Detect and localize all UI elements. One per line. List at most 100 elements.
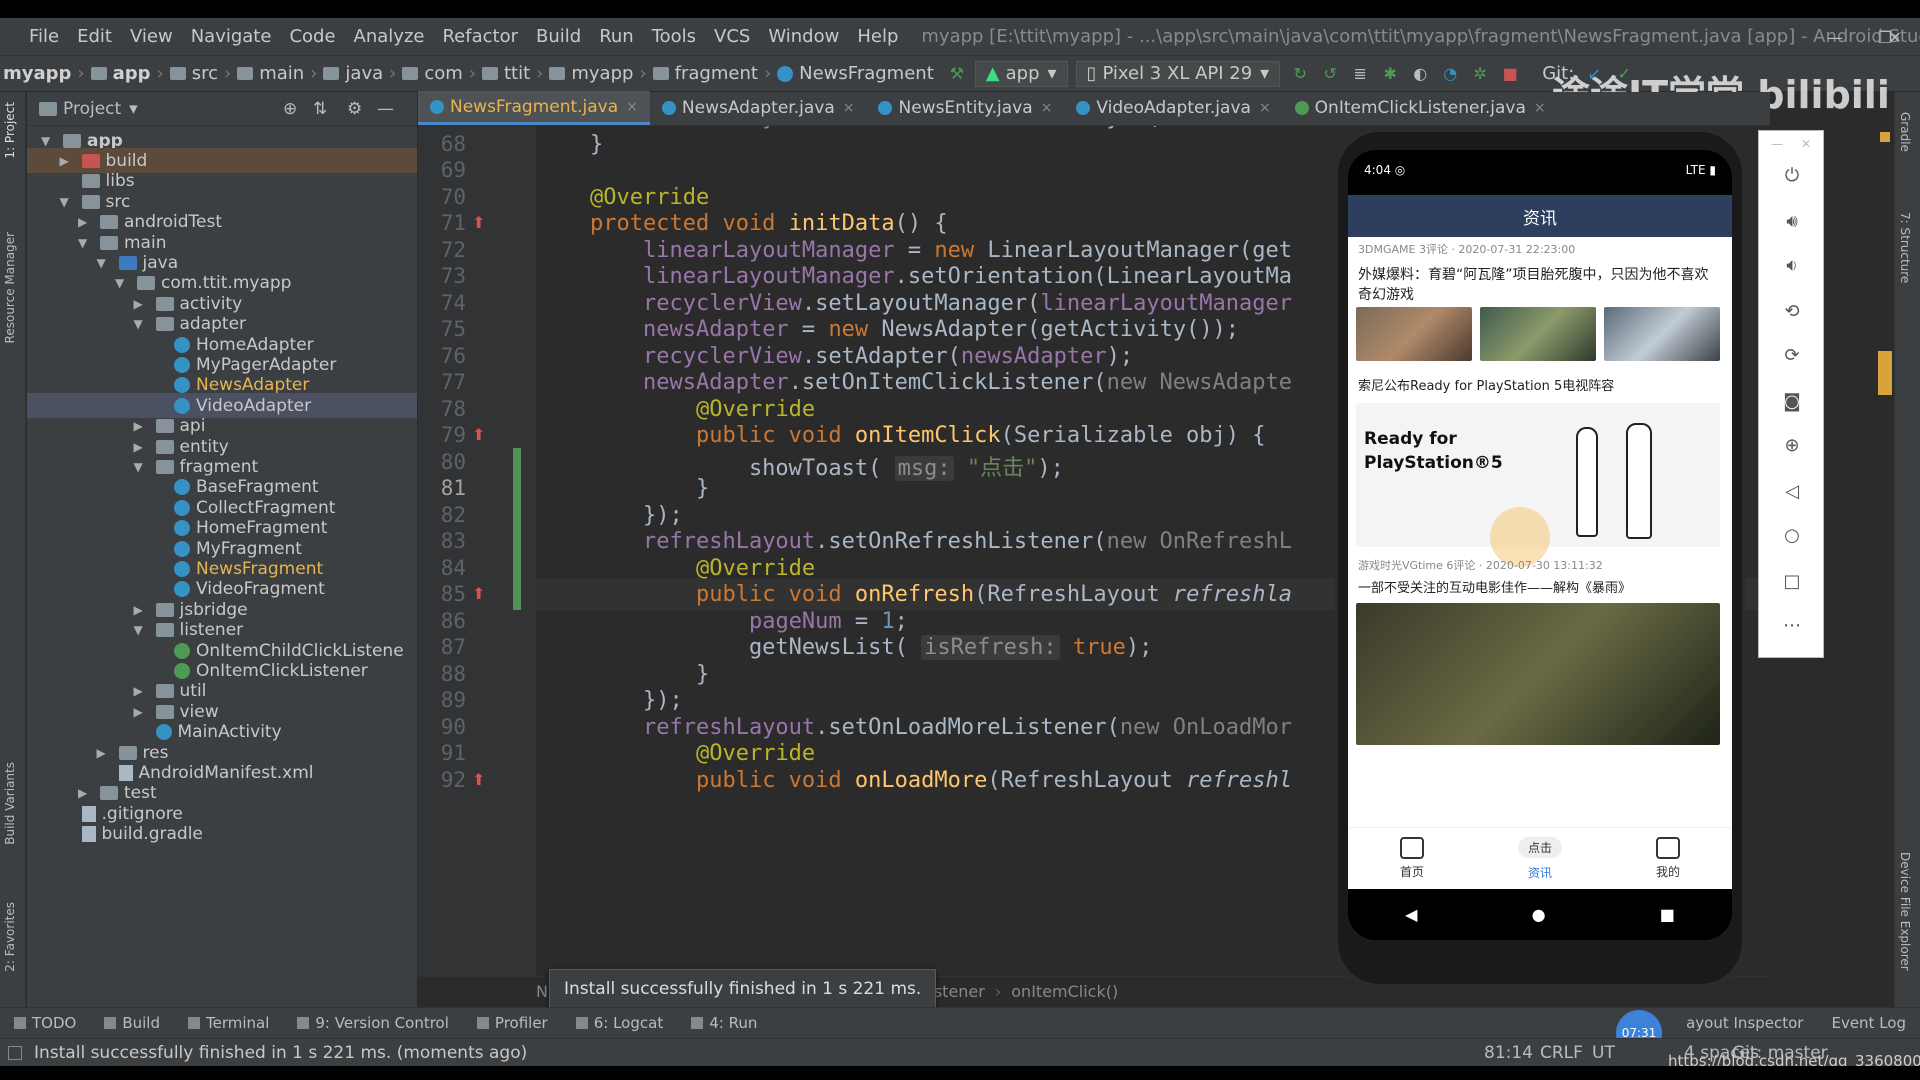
line-number[interactable]: 80 bbox=[418, 450, 466, 474]
collapsed-arrow-icon[interactable]: ▶ bbox=[134, 603, 148, 617]
code-line[interactable]: @Override bbox=[590, 741, 815, 766]
news-thumbnail[interactable] bbox=[1480, 307, 1596, 361]
news-title[interactable]: 外媒爆料：育碧“阿瓦隆”项目胎死腹中，只因为他不喜欢奇幻游戏 bbox=[1358, 265, 1722, 305]
line-number[interactable]: 87 bbox=[418, 635, 466, 659]
volume-up-icon[interactable]: 🔊︎ bbox=[1759, 211, 1825, 232]
menu-vcs[interactable]: VCS bbox=[705, 26, 759, 47]
code-line[interactable]: recyclerView.setLayoutManager(linearLayo… bbox=[590, 291, 1292, 316]
line-number[interactable]: 82 bbox=[418, 503, 466, 527]
breadcrumb-item[interactable]: app bbox=[88, 63, 154, 84]
line-number[interactable]: 77 bbox=[418, 370, 466, 394]
code-line[interactable]: @Override bbox=[590, 185, 709, 210]
code-line[interactable]: refreshLayout.setOnRefreshListener(new O… bbox=[590, 529, 1292, 554]
chevron-down-icon[interactable]: ▾ bbox=[129, 99, 138, 119]
favorites-tab[interactable]: 2: Favorites bbox=[3, 902, 17, 972]
debug-icon[interactable]: ✱ bbox=[1380, 64, 1400, 84]
bottom-nav-item[interactable]: 我的 bbox=[1604, 828, 1732, 889]
line-number[interactable]: 75 bbox=[418, 317, 466, 341]
line-number[interactable]: 68 bbox=[418, 132, 466, 156]
collapsed-arrow-icon[interactable]: ▶ bbox=[134, 297, 148, 311]
device-select[interactable]: ▯ Pixel 3 XL API 29 ▾ bbox=[1075, 60, 1281, 87]
menu-analyze[interactable]: Analyze bbox=[345, 26, 434, 47]
minimize-icon[interactable]: — bbox=[1810, 18, 1860, 56]
tool-window-0[interactable]: TODO bbox=[0, 1014, 90, 1032]
override-marker-icon[interactable]: ⬆ bbox=[472, 770, 485, 789]
rotate-right-icon[interactable]: ⟳ bbox=[1759, 345, 1825, 366]
home-icon[interactable]: ○ bbox=[1759, 525, 1825, 546]
editor-tab[interactable]: VideoAdapter.java × bbox=[1064, 91, 1282, 125]
code-line[interactable]: public void onItemClick(Serializable obj… bbox=[590, 423, 1266, 448]
bottom-nav-item[interactable]: 点击 资讯 bbox=[1476, 828, 1604, 889]
hammer-icon[interactable]: ⚒ bbox=[947, 64, 967, 84]
code-line[interactable]: @Override bbox=[590, 397, 815, 422]
editor-tab[interactable]: NewsFragment.java × bbox=[418, 91, 650, 125]
override-marker-icon[interactable]: ⬆ bbox=[472, 584, 485, 603]
breadcrumb-item[interactable]: myapp bbox=[0, 63, 74, 84]
menu-file[interactable]: File bbox=[20, 26, 68, 47]
line-number[interactable]: 70 bbox=[418, 185, 466, 209]
stop-icon[interactable]: ■ bbox=[1500, 64, 1520, 84]
emulator-minimize-icon[interactable]: — bbox=[1771, 137, 1783, 151]
tool-window-6[interactable]: 4: Run bbox=[677, 1014, 771, 1032]
menu-run[interactable]: Run bbox=[590, 26, 643, 47]
close-icon[interactable]: ✕ bbox=[1870, 18, 1920, 56]
breadcrumb-item[interactable]: src bbox=[167, 63, 221, 84]
apply-changes-icon[interactable]: ↻ bbox=[1290, 64, 1310, 84]
breadcrumb-item[interactable]: NewsFragment bbox=[774, 63, 937, 84]
project-tool-tab[interactable]: 1: Project bbox=[3, 102, 17, 159]
expanded-arrow-icon[interactable]: ▼ bbox=[134, 623, 148, 637]
collapsed-arrow-icon[interactable]: ▶ bbox=[97, 746, 111, 760]
gradle-tab[interactable]: Gradle bbox=[1898, 112, 1912, 152]
recents-icon[interactable]: ■ bbox=[1660, 905, 1675, 924]
line-number[interactable]: 83 bbox=[418, 529, 466, 553]
gear-icon[interactable]: ⚙ bbox=[347, 99, 362, 119]
locate-icon[interactable]: ⊕ bbox=[283, 99, 297, 119]
code-line[interactable]: } bbox=[590, 662, 709, 687]
code-line[interactable]: } bbox=[590, 132, 603, 157]
tool-window-2[interactable]: Terminal bbox=[174, 1014, 283, 1032]
news-thumbnail[interactable] bbox=[1356, 307, 1472, 361]
close-tab-icon[interactable]: × bbox=[1259, 100, 1271, 116]
collapsed-arrow-icon[interactable]: ▶ bbox=[134, 419, 148, 433]
line-number[interactable]: 79 bbox=[418, 423, 466, 447]
collapsed-arrow-icon[interactable]: ▶ bbox=[78, 215, 92, 229]
ps5-banner[interactable]: Ready for PlayStation®5 bbox=[1356, 403, 1720, 567]
project-panel-title[interactable]: Project bbox=[63, 99, 121, 119]
rotate-left-icon[interactable]: ⟲ bbox=[1759, 301, 1825, 322]
warning-marker[interactable] bbox=[1880, 132, 1890, 142]
line-number[interactable]: 78 bbox=[418, 397, 466, 421]
menu-help[interactable]: Help bbox=[848, 26, 907, 47]
line-number[interactable]: 71 bbox=[418, 211, 466, 235]
breadcrumb-item[interactable]: java bbox=[320, 63, 386, 84]
code-line[interactable]: } bbox=[590, 476, 709, 501]
editor-tab[interactable]: NewsEntity.java × bbox=[866, 91, 1064, 125]
code-line[interactable]: linearLayoutManager.setOrientation(Linea… bbox=[590, 264, 1292, 289]
collapsed-arrow-icon[interactable]: ▶ bbox=[60, 154, 74, 168]
tree-item[interactable]: build.gradle bbox=[60, 822, 203, 847]
volume-down-icon[interactable]: 🔉︎ bbox=[1759, 255, 1825, 276]
tool-window-3[interactable]: 9: Version Control bbox=[283, 1014, 463, 1032]
expanded-arrow-icon[interactable]: ▼ bbox=[78, 236, 92, 250]
menu-build[interactable]: Build bbox=[527, 26, 590, 47]
overview-icon[interactable]: □ bbox=[1759, 571, 1825, 592]
file-encoding[interactable]: UT bbox=[1592, 1043, 1615, 1063]
tool-window-1[interactable]: Build bbox=[90, 1014, 174, 1032]
close-tab-icon[interactable]: × bbox=[1534, 100, 1546, 116]
line-number[interactable]: 91 bbox=[418, 741, 466, 765]
caret-position[interactable]: 81:14 bbox=[1484, 1043, 1533, 1063]
collapsed-arrow-icon[interactable]: ▶ bbox=[134, 440, 148, 454]
crumb-method[interactable]: onItemClick() bbox=[1011, 982, 1118, 1001]
tool-window-right[interactable]: ayout Inspector bbox=[1672, 1014, 1817, 1032]
line-number[interactable]: 89 bbox=[418, 688, 466, 712]
override-marker-icon[interactable]: ⬆ bbox=[472, 213, 485, 232]
line-number[interactable]: 69 bbox=[418, 158, 466, 182]
menu-edit[interactable]: Edit bbox=[68, 26, 121, 47]
expanded-arrow-icon[interactable]: ▼ bbox=[134, 317, 148, 331]
logcat-icon[interactable]: ≣ bbox=[1350, 64, 1370, 84]
collapsed-arrow-icon[interactable]: ▶ bbox=[134, 705, 148, 719]
code-line[interactable]: refreshLayout.setOnLoadMoreListener(new … bbox=[590, 715, 1292, 740]
news-title[interactable]: 索尼公布Ready for PlayStation 5电视阵容 bbox=[1358, 377, 1722, 397]
expanded-arrow-icon[interactable]: ▼ bbox=[60, 195, 74, 209]
line-number[interactable]: 73 bbox=[418, 264, 466, 288]
build-variants-tab[interactable]: Build Variants bbox=[3, 762, 17, 845]
